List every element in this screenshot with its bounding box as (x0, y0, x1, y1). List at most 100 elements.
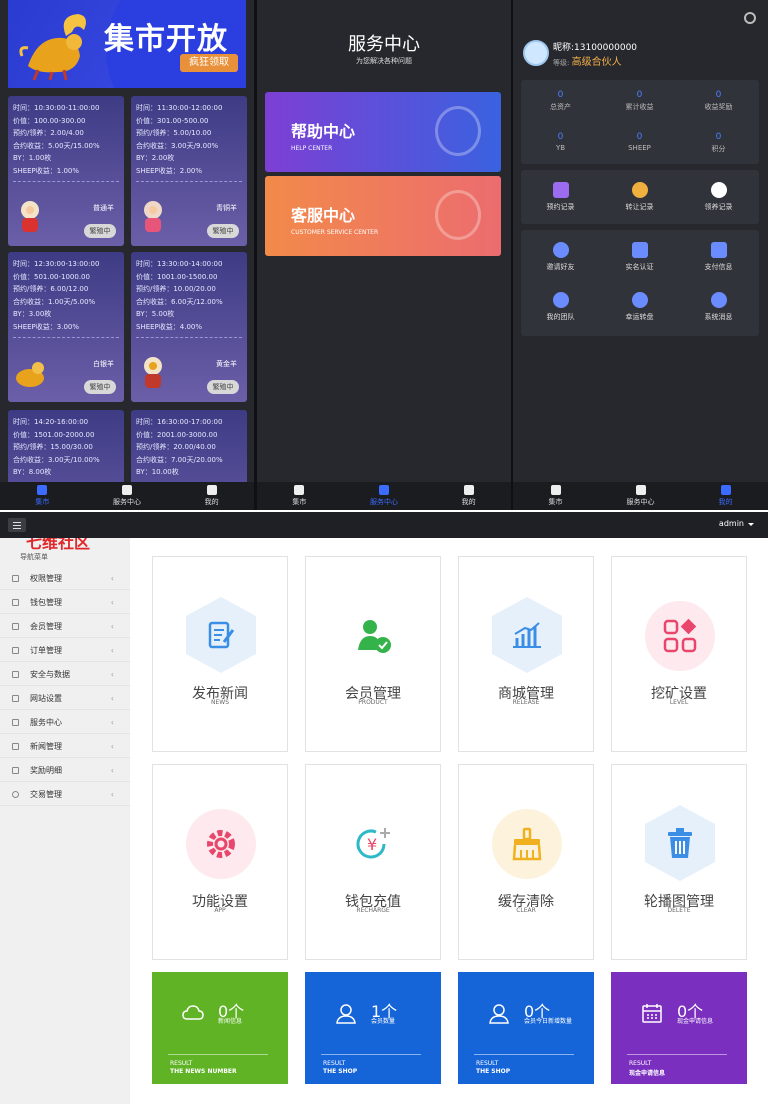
payment-info-button[interactable]: 支付信息 (679, 242, 758, 272)
breeding-status-button[interactable]: 繁殖中 (84, 380, 116, 394)
reservation-records-button[interactable]: 预约记录 (521, 182, 600, 212)
tab-market[interactable]: 集市 (513, 482, 598, 510)
bottom-tabbar: 集市 服务中心 我的 (513, 482, 768, 510)
apps-icon (663, 618, 697, 653)
counter-result-title: 现金申请信息 (629, 1070, 666, 1077)
wallet-recharge-tile[interactable]: ¥ 钱包充值 RECHARGE (305, 764, 441, 960)
breeding-status-button[interactable]: 繁殖中 (207, 224, 239, 238)
card-contract: 合约收益：3.00天/10.00% (13, 455, 100, 464)
id-card-icon (631, 242, 648, 258)
function-settings-tile[interactable]: 功能设置 APP (152, 764, 288, 960)
menu-toggle-icon[interactable] (8, 518, 26, 532)
counter-result-label: RESULT (170, 1060, 193, 1067)
system-messages-button[interactable]: 系统消息 (679, 292, 758, 322)
action-label: 幸运转盘 (625, 313, 654, 321)
stat-points[interactable]: 0 积分 (679, 132, 758, 154)
mall-management-tile[interactable]: 商城管理 RELEASE (458, 556, 594, 752)
tab-service[interactable]: 服务中心 (85, 482, 170, 510)
user-check-icon (358, 620, 391, 653)
stat-sheep[interactable]: 0 SHEEP (600, 132, 679, 152)
tab-label: 集市 (35, 498, 50, 506)
sidebar-item-orders[interactable]: 订单管理 ‹ (0, 639, 130, 662)
sidebar-item-permissions[interactable]: 权限管理 ‹ (0, 567, 130, 590)
action-label: 支付信息 (704, 263, 733, 271)
publish-news-tile[interactable]: 发布新闻 NEWS (152, 556, 288, 752)
help-center-card[interactable]: 帮助中心 HELP CENTER (265, 92, 501, 172)
tab-market[interactable]: 集市 (0, 482, 85, 510)
tile-subtitle: NEWS (210, 699, 230, 706)
card-reserve: 预约/领养：20.00/40.00 (136, 443, 216, 451)
tab-service[interactable]: 服务中心 (342, 482, 427, 510)
cache-clear-tile[interactable]: 缓存清除 CLEAR (458, 764, 594, 960)
market-banner[interactable]: 集市开放 疯狂领取 (8, 0, 246, 88)
tab-market[interactable]: 集市 (257, 482, 342, 510)
carousel-management-tile[interactable]: 轮播图管理 DELETE (611, 764, 747, 960)
chevron-left-icon: ‹ (110, 718, 114, 727)
my-team-button[interactable]: 我的团队 (521, 292, 600, 322)
verification-button[interactable]: 实名认证 (600, 242, 679, 272)
card-contract: 合约收益：6.00天/12.00% (136, 297, 223, 306)
tab-mine[interactable]: 我的 (426, 482, 511, 510)
settings-gear-icon[interactable] (744, 12, 756, 24)
card-sheep: SHEEP收益：1.00% (13, 166, 80, 175)
stat-label: 积分 (711, 145, 726, 153)
sidebar-label: 服务中心 (30, 718, 62, 727)
level-value: 高级合伙人 (571, 57, 622, 68)
banner-title: 集市开放 (104, 22, 228, 57)
monitor-icon (12, 719, 19, 726)
member-management-tile[interactable]: 会员管理 PRODUCT (305, 556, 441, 752)
lucky-wheel-button[interactable]: 幸运转盘 (600, 292, 679, 322)
card-price: 价值：501.00-1000.00 (13, 272, 90, 281)
sheep-card[interactable]: 时间：11:30:00-12:00:00 价值：301.00-500.00 预约… (131, 96, 247, 246)
sheep-card[interactable]: 时间：10:30:00-11:00:00 价值：100.00-300.00 预约… (8, 96, 124, 246)
sidebar-item-service-center[interactable]: 服务中心 ‹ (0, 711, 130, 734)
stat-value: 0 (636, 90, 643, 100)
claim-button[interactable]: 疯狂领取 (180, 54, 238, 72)
customer-service-card[interactable]: 客服中心 CUSTOMER SERVICE CENTER (265, 176, 501, 256)
chevron-left-icon: ‹ (110, 670, 114, 679)
chevron-left-icon: ‹ (110, 742, 114, 751)
admin-user-dropdown[interactable]: admin (719, 519, 755, 528)
tab-label: 服务中心 (370, 498, 398, 506)
chevron-left-icon: ‹ (110, 766, 114, 775)
breeding-status-button[interactable]: 繁殖中 (84, 224, 116, 238)
sidebar-item-site-settings[interactable]: 网站设置 ‹ (0, 687, 130, 710)
breeding-status-button[interactable]: 繁殖中 (207, 380, 239, 394)
member-count-card[interactable]: 1个 会员数量 RESULT THE SHOP (305, 972, 441, 1084)
sidebar-item-rewards[interactable]: 奖励明细 ‹ (0, 759, 130, 782)
stat-yb[interactable]: 0 YB (521, 132, 600, 152)
sheep-card[interactable]: 时间：12:30:00-13:00:00 价值：501.00-1000.00 预… (8, 252, 124, 402)
sidebar-item-news[interactable]: 新闻管理 ‹ (0, 735, 130, 758)
tab-service[interactable]: 服务中心 (598, 482, 683, 510)
transfer-records-button[interactable]: 转让记录 (600, 182, 679, 212)
cash-request-card[interactable]: 0个 现金申请信息 RESULT 现金申请信息 (611, 972, 747, 1084)
adoption-records-button[interactable]: 领养记录 (679, 182, 758, 212)
sidebar-label: 新闻管理 (30, 742, 62, 751)
sidebar-item-security[interactable]: 安全与数据 ‹ (0, 663, 130, 686)
stat-income-reward[interactable]: 0 收益奖励 (679, 90, 758, 112)
news-count-card[interactable]: 0个 新闻信息 RESULT THE NEWS NUMBER (152, 972, 288, 1084)
hex-bg (186, 597, 256, 673)
tab-mine[interactable]: 我的 (169, 482, 254, 510)
sidebar-item-members[interactable]: 会员管理 ‹ (0, 615, 130, 638)
tab-mine[interactable]: 我的 (683, 482, 768, 510)
chevron-left-icon: ‹ (110, 622, 114, 631)
card-time: 时间：12:30:00-13:00:00 (13, 260, 100, 268)
lightbulb-icon (435, 106, 481, 156)
card-contract: 合约收益：5.00天/15.00% (13, 141, 100, 150)
tile-subtitle: RECHARGE (356, 907, 390, 914)
invite-friends-button[interactable]: 邀请好友 (521, 242, 600, 272)
stat-total-assets[interactable]: 0 总资产 (521, 90, 600, 112)
user-outline-icon (336, 1004, 356, 1024)
sidebar-item-wallet[interactable]: 钱包管理 ‹ (0, 591, 130, 614)
stat-cumulative-income[interactable]: 0 累计收益 (600, 90, 679, 112)
avatar[interactable] (523, 40, 549, 66)
new-members-today-card[interactable]: 0个 会员今日新增数量 RESULT THE SHOP (458, 972, 594, 1084)
counter-label: 现金申请信息 (677, 1018, 714, 1025)
sheep-card[interactable]: 时间：13:30:00-14:00:00 价值：1001.00-1500.00 … (131, 252, 247, 402)
sidebar-item-trades[interactable]: 交易管理 ‹ (0, 783, 130, 806)
nav-title: 导航菜单 (20, 553, 48, 561)
records-block: 预约记录 转让记录 领养记录 (521, 170, 759, 224)
cloud-icon (182, 1005, 204, 1020)
mining-settings-tile[interactable]: 挖矿设置 LEVEL (611, 556, 747, 752)
